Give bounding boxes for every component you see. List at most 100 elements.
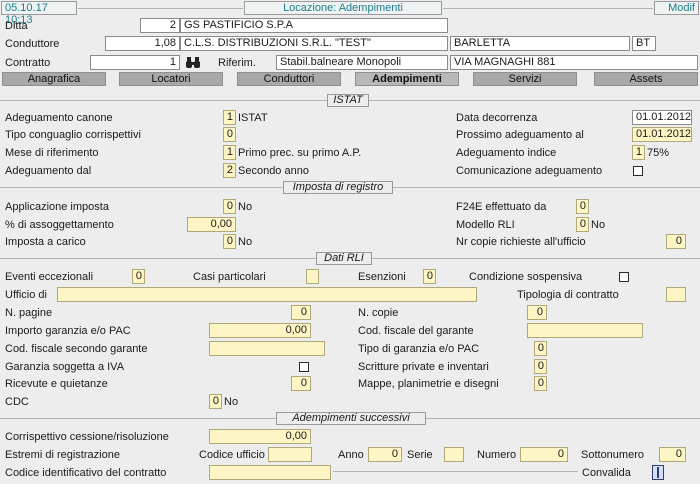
tipo-garanzia-field[interactable]: 0 (534, 341, 547, 356)
ditta-code-field[interactable]: 2 (140, 18, 180, 33)
cf-garante-field[interactable] (527, 323, 643, 338)
tab-servizi[interactable]: Servizi (473, 72, 577, 86)
codice-contratto-label: Codice identificativo del contratto (5, 467, 167, 479)
divider (443, 8, 653, 9)
serie-label: Serie (407, 449, 433, 461)
anno-label: Anno (338, 449, 364, 461)
tab-assets[interactable]: Assets (594, 72, 698, 86)
eventi-eccezionali-field[interactable]: 0 (132, 269, 145, 284)
data-decorrenza-field[interactable]: 01.01.2012 (632, 110, 692, 125)
data-decorrenza-label: Data decorrenza (456, 112, 538, 124)
anno-field[interactable]: 0 (368, 447, 402, 462)
adeguamento-canone-field[interactable]: 1 (223, 110, 236, 125)
riferim-field[interactable]: Stabil.balneare Monopoli (276, 55, 448, 70)
tipo-conguaglio-field[interactable]: 0 (223, 127, 236, 142)
conduttore-city-field[interactable]: BARLETTA (450, 36, 630, 51)
sottonumero-label: Sottonumero (581, 449, 644, 461)
casi-particolari-field[interactable] (306, 269, 319, 284)
casi-particolari-label: Casi particolari (193, 271, 266, 283)
ricevute-field[interactable]: 0 (291, 376, 311, 391)
modello-rli-field[interactable]: 0 (576, 217, 589, 232)
mese-riferimento-field[interactable]: 1 (223, 145, 236, 160)
tab-conduttori[interactable]: Conduttori (237, 72, 341, 86)
adeguamento-indice-desc: 75% (647, 147, 670, 159)
contratto-label: Contratto (5, 57, 51, 69)
applicazione-imposta-field[interactable]: 0 (223, 199, 236, 214)
scritture-label: Scritture private e inventari (358, 361, 489, 373)
numero-field[interactable]: 0 (520, 447, 568, 462)
binoculars-icon[interactable] (186, 56, 200, 69)
modello-rli-desc: No (591, 219, 606, 231)
scritture-field[interactable]: 0 (534, 359, 547, 374)
corrispettivo-field[interactable]: 0,00 (209, 429, 311, 444)
condizione-sospensiva-checkbox[interactable] (619, 272, 629, 282)
convalida-label: Convalida (582, 467, 631, 479)
n-copie-field[interactable]: 0 (527, 305, 547, 320)
riferim-address-field[interactable]: VIA MAGNAGHI 881 (450, 55, 698, 70)
cursor-icon (657, 467, 659, 478)
conduttore-code-field[interactable]: 1,08 (105, 36, 180, 51)
copie-ufficio-field[interactable]: 0 (666, 234, 686, 249)
n-pagine-field[interactable]: 0 (291, 305, 311, 320)
mappe-field[interactable]: 0 (534, 376, 547, 391)
riferim-label: Riferim. (218, 57, 256, 69)
contratto-number-field[interactable]: 1 (90, 55, 180, 70)
ditta-name-field[interactable]: GS PASTIFICIO S.P.A (180, 18, 448, 33)
serie-field[interactable] (444, 447, 464, 462)
adeguamento-canone-desc: ISTAT (238, 112, 268, 124)
mappe-label: Mappe, planimetrie e disegni (358, 378, 499, 390)
f24e-field[interactable]: 0 (576, 199, 589, 214)
cf-secondo-garante-field[interactable] (209, 341, 325, 356)
tipo-garanzia-label: Tipo di garanzia e/o PAC (358, 343, 480, 355)
tipo-conguaglio-label: Tipo conguaglio corrispettivi (5, 129, 141, 141)
section-title-registro: Imposta di registro (283, 181, 393, 194)
garanzia-iva-checkbox[interactable] (299, 362, 309, 372)
importo-garanzia-label: Importo garanzia e/o PAC (5, 325, 131, 337)
adeguamento-canone-label: Adeguamento canone (5, 112, 113, 124)
prossimo-adeguamento-field[interactable]: 01.01.2012 (632, 127, 692, 142)
prossimo-adeguamento-label: Prossimo adeguamento al (456, 129, 584, 141)
codice-ufficio-label: Codice ufficio (199, 449, 265, 461)
conduttore-label: Conduttore (5, 38, 60, 50)
comunicazione-adeguamento-checkbox[interactable] (633, 166, 643, 176)
divider (78, 8, 243, 9)
applicazione-imposta-label: Applicazione imposta (5, 201, 109, 213)
n-pagine-label: N. pagine (5, 307, 53, 319)
imposta-carico-label: Imposta a carico (5, 236, 86, 248)
tab-locatori[interactable]: Locatori (119, 72, 223, 86)
codice-ufficio-field[interactable] (268, 447, 312, 462)
condizione-sospensiva-label: Condizione sospensiva (469, 271, 583, 283)
comunicazione-adeguamento-label: Comunicazione adeguamento (456, 165, 603, 177)
estremi-label: Estremi di registrazione (5, 449, 120, 461)
datetime-display: 05.10.17 10:13 (1, 1, 77, 26)
garanzia-iva-label: Garanzia soggetta a IVA (5, 361, 125, 373)
adeguamento-dal-field[interactable]: 2 (223, 163, 236, 178)
numero-label: Numero (477, 449, 517, 461)
sottonumero-field[interactable]: 0 (659, 447, 686, 462)
ufficio-field[interactable] (57, 287, 477, 302)
applicazione-imposta-desc: No (238, 201, 253, 213)
importo-garanzia-field[interactable]: 0,00 (209, 323, 311, 338)
tipologia-contratto-field[interactable] (666, 287, 686, 302)
assoggettamento-field[interactable]: 0,00 (187, 217, 236, 232)
convalida-button[interactable] (652, 465, 664, 480)
assoggettamento-label: % di assoggettamento (5, 219, 114, 231)
tipologia-contratto-label: Tipologia di contratto (517, 289, 619, 301)
section-title-rli: Dati RLI (316, 252, 372, 265)
title-bar: 05.10.17 10:13 Locazione: Adempimenti Mo… (0, 0, 700, 26)
adeguamento-indice-field[interactable]: 1 (632, 145, 645, 160)
codice-contratto-field[interactable] (209, 465, 331, 480)
esenzioni-field[interactable]: 0 (423, 269, 436, 284)
section-title-istat: ISTAT (327, 94, 369, 107)
conduttore-province-field[interactable]: BT (632, 36, 656, 51)
tab-adempimenti[interactable]: Adempimenti (355, 72, 459, 86)
imposta-carico-field[interactable]: 0 (223, 234, 236, 249)
adeguamento-dal-desc: Secondo anno (238, 165, 309, 177)
conduttore-name-field[interactable]: C.L.S. DISTRIBUZIONI S.R.L. "TEST" (180, 36, 448, 51)
mese-riferimento-label: Mese di riferimento (5, 147, 99, 159)
esenzioni-label: Esenzioni (358, 271, 406, 283)
ricevute-label: Ricevute e quietanze (5, 378, 108, 390)
cdc-field[interactable]: 0 (209, 394, 222, 409)
cdc-label: CDC (5, 396, 29, 408)
tab-anagrafica[interactable]: Anagrafica (2, 72, 106, 86)
